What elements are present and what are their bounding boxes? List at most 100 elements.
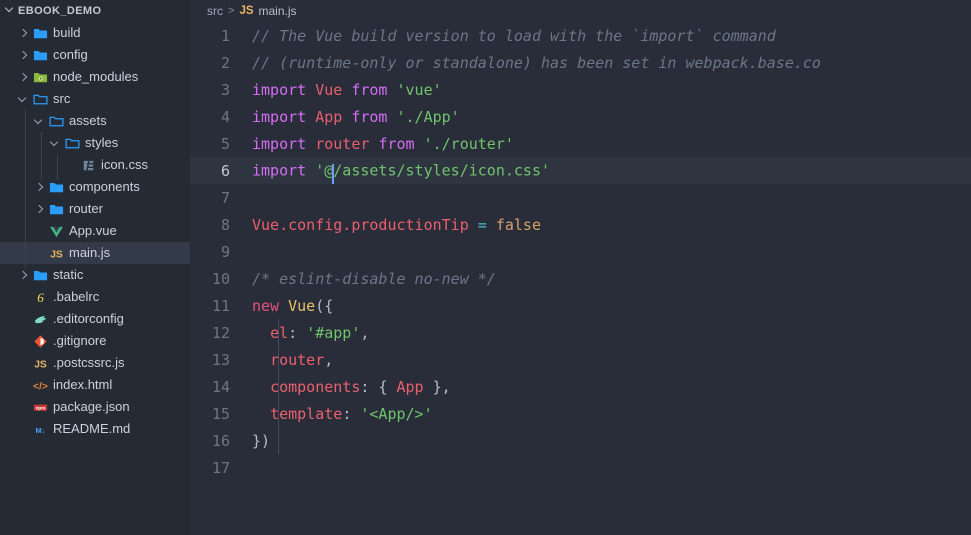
breadcrumb-folder[interactable]: src <box>207 4 223 18</box>
code-token: '#app' <box>306 323 361 342</box>
folder-blue <box>30 268 50 283</box>
line-content[interactable]: Vue.config.productionTip = false <box>252 216 971 234</box>
code-token: from <box>351 80 388 99</box>
code-token: import <box>252 134 307 153</box>
chevron-right-icon[interactable] <box>32 183 46 192</box>
code-line[interactable]: 1 // The Vue build version to load with t… <box>190 22 971 49</box>
line-content[interactable]: new Vue({ <box>252 297 971 315</box>
chevron-right-icon[interactable] <box>16 51 30 60</box>
tree-item-babelrc[interactable]: 6 .babelrc <box>0 286 190 308</box>
tree-item-assets[interactable]: assets <box>0 110 190 132</box>
code-token: : <box>288 323 298 342</box>
line-content[interactable]: template: '<App/>' <box>252 405 971 423</box>
tree-item-src[interactable]: src <box>0 88 190 110</box>
code-line[interactable]: 17 <box>190 454 971 481</box>
code-token: Vue.config.productionTip <box>252 215 469 234</box>
line-content[interactable]: import App from './App' <box>252 108 971 126</box>
chevron-right-icon[interactable] <box>16 271 30 280</box>
code-line[interactable]: 10 /* eslint-disable no-new */ <box>190 265 971 292</box>
code-line[interactable]: 3 import Vue from 'vue' <box>190 76 971 103</box>
folder-blue <box>30 26 50 41</box>
code-line[interactable]: 9 <box>190 238 971 265</box>
tree-item-app-vue[interactable]: App.vue <box>0 220 190 242</box>
tree-item-package-json[interactable]: npm package.json <box>0 396 190 418</box>
tree-indent-guide <box>25 110 26 268</box>
chevron-right-icon[interactable] <box>16 29 30 38</box>
svg-text:npm: npm <box>35 405 45 410</box>
line-content[interactable]: router, <box>252 351 971 369</box>
line-content[interactable]: /* eslint-disable no-new */ <box>252 270 971 288</box>
tree-item-label: components <box>69 179 140 194</box>
markdown-icon: M↓ <box>30 422 50 437</box>
chevron-down-icon[interactable] <box>48 139 62 148</box>
code-line[interactable]: 5 import router from './router' <box>190 130 971 157</box>
code-token: // (runtime-only or standalone) has been… <box>252 53 821 72</box>
code-line[interactable]: 7 <box>190 184 971 211</box>
explorer-root-header[interactable]: EBOOK_DEMO <box>0 0 190 22</box>
line-number: 11 <box>211 296 230 315</box>
code-line[interactable]: 14 components: { App }, <box>190 373 971 400</box>
tree-item-icon-css[interactable]: icon.css <box>0 154 190 176</box>
code-token: el <box>270 323 289 342</box>
js-icon: JS <box>239 5 254 17</box>
chevron-down-icon[interactable] <box>32 117 46 126</box>
code-line[interactable]: 4 import App from './App' <box>190 103 971 130</box>
folder-open-blue <box>62 136 82 151</box>
chevron-right-icon[interactable] <box>16 73 30 82</box>
line-content[interactable]: import Vue from 'vue' <box>252 81 971 99</box>
line-content[interactable]: // The Vue build version to load with th… <box>252 27 971 45</box>
tree-indent-guide <box>57 154 58 180</box>
tree-item-label: package.json <box>53 399 130 414</box>
svg-text:</>: </> <box>33 381 48 392</box>
line-number: 10 <box>211 269 230 288</box>
code-line[interactable]: 16}) <box>190 427 971 454</box>
code-line[interactable]: 11 new Vue({ <box>190 292 971 319</box>
code-line[interactable]: 13 router, <box>190 346 971 373</box>
chevron-right-icon[interactable] <box>32 205 46 214</box>
chevron-down-icon[interactable] <box>16 95 30 104</box>
tree-item-readme-md[interactable]: M↓ README.md <box>0 418 190 440</box>
chevron-down-icon[interactable] <box>6 5 15 17</box>
code-line[interactable]: 15 template: '<App/>' <box>190 400 971 427</box>
code-line[interactable]: 6 import '@/assets/styles/icon.css' <box>190 157 971 184</box>
tree-item-node-modules[interactable]: node_modules <box>0 66 190 88</box>
code-editor[interactable]: 1 // The Vue build version to load with t… <box>190 22 971 535</box>
tree-item-index-html[interactable]: </> index.html <box>0 374 190 396</box>
folder-green <box>30 70 50 85</box>
tree-item-gitignore[interactable]: .gitignore <box>0 330 190 352</box>
tree-item-label: App.vue <box>69 223 117 238</box>
line-content[interactable]: components: { App }, <box>252 378 971 396</box>
tree-item-static[interactable]: static <box>0 264 190 286</box>
code-token: from <box>351 107 388 126</box>
code-token: './router' <box>423 134 514 153</box>
line-content[interactable]: }) <box>252 432 971 450</box>
tree-item-postcssrc-js[interactable]: JS .postcssrc.js <box>0 352 190 374</box>
tree-item-main-js[interactable]: JS main.js <box>0 242 190 264</box>
svg-text:JS: JS <box>50 249 63 260</box>
tree-item-build[interactable]: build <box>0 22 190 44</box>
tree-item-editorconfig[interactable]: .editorconfig <box>0 308 190 330</box>
tree-item-config[interactable]: config <box>0 44 190 66</box>
code-line[interactable]: 12 el: '#app', <box>190 319 971 346</box>
code-line[interactable]: 2 // (runtime-only or standalone) has bee… <box>190 49 971 76</box>
tree-item-label: index.html <box>53 377 113 392</box>
breadcrumb-file[interactable]: main.js <box>259 4 297 18</box>
line-content[interactable]: // (runtime-only or standalone) has been… <box>252 54 971 72</box>
tree-item-router[interactable]: router <box>0 198 190 220</box>
line-number: 9 <box>220 242 230 261</box>
line-content[interactable]: el: '#app', <box>252 324 971 342</box>
code-line[interactable]: 8 Vue.config.productionTip = false <box>190 211 971 238</box>
folder-blue <box>30 48 50 63</box>
line-content[interactable]: import router from './router' <box>252 135 971 153</box>
tree-item-label: assets <box>69 113 107 128</box>
tree-item-components[interactable]: components <box>0 176 190 198</box>
folder-blue <box>46 202 66 217</box>
tree-item-styles[interactable]: styles <box>0 132 190 154</box>
line-content[interactable]: import '@/assets/styles/icon.css' <box>252 161 971 184</box>
